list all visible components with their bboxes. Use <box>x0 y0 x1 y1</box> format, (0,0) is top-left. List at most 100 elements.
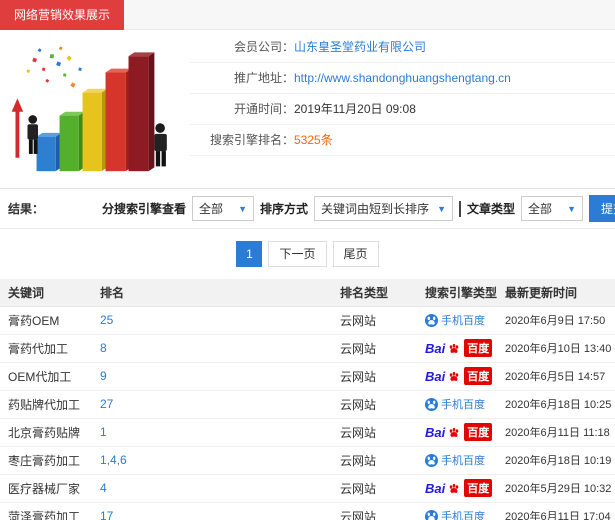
rank-type-cell: 云网站 <box>332 446 417 475</box>
engine-cell: 手机百度 <box>417 306 497 335</box>
page-title-tab: 网络营销效果展示 <box>0 0 125 30</box>
mobile-baidu-icon <box>425 397 438 411</box>
baidu-paw-icon <box>448 483 460 494</box>
last-page-button[interactable]: 尾页 <box>332 241 379 267</box>
info-row-opened: 开通时间： 2019年11月20日 09:08 <box>190 94 615 125</box>
mobile-baidu-label: 手机百度 <box>441 399 485 411</box>
table-header-row: 关键词 排名 排名类型 搜索引擎类型 最新更新时间 <box>0 279 615 307</box>
keyword-cell: OEM代加工 <box>0 362 92 391</box>
keyword-cell: 膏药OEM <box>0 306 92 335</box>
rank-link[interactable]: 9 <box>100 369 107 383</box>
sort-select-value: 关键词由短到长排序 <box>321 202 430 216</box>
time-cell: 2020年6月11日 17:04 <box>497 502 615 520</box>
sort-label: 排序方式 <box>260 202 309 216</box>
mobile-baidu-icon <box>425 453 438 467</box>
rank-link[interactable]: 1 <box>100 425 107 439</box>
businessman-right <box>154 123 167 167</box>
topbar: 网络营销效果展示 <box>0 0 615 30</box>
rank-link[interactable]: 25 <box>100 313 113 327</box>
time-cell: 2020年6月18日 10:19 <box>497 446 615 475</box>
mobile-baidu-label: 手机百度 <box>441 315 485 327</box>
open-time-label: 开通时间： <box>233 102 294 116</box>
mobile-baidu-label: 手机百度 <box>441 455 485 467</box>
table-row: 膏药OEM 25 云网站 手机百度 2020年6月9日 17:50 <box>0 306 615 335</box>
baidu-logo: Bai 百度 <box>425 339 493 357</box>
keyword-cell: 药贴牌代加工 <box>0 390 92 419</box>
rank-type-cell: 云网站 <box>332 390 417 419</box>
page-1-button[interactable]: 1 <box>236 241 263 267</box>
rank-type-cell: 云网站 <box>332 474 417 503</box>
table-row: 枣庄膏药加工 1,4,6 云网站 手机百度 2020年6月18日 10:19 <box>0 446 615 475</box>
table-row: 医疗器械厂家 4 云网站 Bai 百度 2020年5月29日 10:32 <box>0 474 615 503</box>
keyword-cell: 菏泽膏药加工 <box>0 502 92 520</box>
table-row: 膏药代加工 8 云网站 Bai 百度 2020年6月10日 13:40 <box>0 334 615 363</box>
results-table: 关键词 排名 排名类型 搜索引擎类型 最新更新时间 膏药OEM 25 云网站 手… <box>0 279 615 520</box>
chevron-down-icon: ▼ <box>238 203 248 214</box>
keyword-cell: 医疗器械厂家 <box>0 474 92 503</box>
table-row: 菏泽膏药加工 17 云网站 手机百度 2020年6月11日 17:04 <box>0 502 615 520</box>
baidu-logo: Bai 百度 <box>425 423 493 441</box>
rank-type-cell: 云网站 <box>332 502 417 520</box>
header-engine-type: 搜索引擎类型 <box>417 279 497 307</box>
time-cell: 2020年6月18日 10:25 <box>497 390 615 419</box>
open-time-value: 2019年11月20日 09:08 <box>294 102 416 116</box>
info-section: 会员公司： 山东皇圣堂药业有限公司 推广地址： http://www.shand… <box>0 30 615 188</box>
keyword-cell: 北京膏药贴牌 <box>0 418 92 447</box>
growth-chart-illustration <box>0 30 190 185</box>
engine-cell: 手机百度 <box>417 390 497 419</box>
page-title: 网络营销效果展示 <box>14 8 111 22</box>
rank-link[interactable]: 17 <box>100 509 113 520</box>
filter-bar: 结果： 分搜索引擎查看 全部 ▼ 排序方式 关键词由短到长排序 ▼ 文章类型 全… <box>0 188 615 229</box>
header-update-time: 最新更新时间 <box>497 279 615 307</box>
engine-select-value: 全部 <box>199 202 224 216</box>
time-cell: 2020年6月5日 14:57 <box>497 362 615 391</box>
time-cell: 2020年6月10日 13:40 <box>497 334 615 363</box>
baidu-paw-icon <box>448 371 460 382</box>
info-row-company: 会员公司： 山东皇圣堂药业有限公司 <box>190 32 615 63</box>
keyword-cell: 膏药代加工 <box>0 334 92 363</box>
filter-controls: 分搜索引擎查看 全部 ▼ 排序方式 关键词由短到长排序 ▼ 文章类型 全部 ▼ … <box>102 195 615 222</box>
vertical-divider <box>458 200 461 217</box>
rank-link[interactable]: 4 <box>100 481 107 495</box>
article-type-select[interactable]: 全部 ▼ <box>521 196 583 221</box>
time-cell: 2020年6月11日 11:18 <box>497 418 615 447</box>
sort-select[interactable]: 关键词由短到长排序 ▼ <box>314 196 453 221</box>
time-cell: 2020年5月29日 10:32 <box>497 474 615 503</box>
time-cell: 2020年6月9日 17:50 <box>497 306 615 335</box>
info-row-url: 推广地址： http://www.shandonghuangshengtang.… <box>190 63 615 94</box>
bar-chart-graphic <box>11 46 167 172</box>
engine-rank-label: 搜索引擎排名： <box>209 133 294 147</box>
mobile-baidu-icon <box>425 509 438 520</box>
rank-type-cell: 云网站 <box>332 306 417 335</box>
rank-link[interactable]: 1,4,6 <box>100 453 127 467</box>
engine-rank-count: 5325 <box>294 133 321 147</box>
mobile-baidu-label: 手机百度 <box>441 511 485 520</box>
result-label: 结果： <box>8 202 45 216</box>
baidu-logo: Bai 百度 <box>425 367 493 385</box>
baidu-logo: Bai 百度 <box>425 479 493 497</box>
submit-button[interactable]: 提交 <box>589 195 615 222</box>
rank-link[interactable]: 8 <box>100 341 107 355</box>
info-rows: 会员公司： 山东皇圣堂药业有限公司 推广地址： http://www.shand… <box>190 30 615 188</box>
company-link[interactable]: 山东皇圣堂药业有限公司 <box>294 32 426 62</box>
chevron-down-icon: ▼ <box>437 203 446 214</box>
article-type-select-value: 全部 <box>528 202 553 216</box>
engine-rank-unit: 条 <box>320 133 333 147</box>
table-row: 北京膏药贴牌 1 云网站 Bai 百度 2020年6月11日 11:18 <box>0 418 615 447</box>
info-row-rank: 搜索引擎排名： 5325 条 <box>190 125 615 156</box>
next-page-button[interactable]: 下一页 <box>268 241 327 267</box>
engine-cell: 手机百度 <box>417 446 497 475</box>
engine-cell: 手机百度 <box>417 502 497 520</box>
rank-link[interactable]: 27 <box>100 397 113 411</box>
engine-filter-label: 分搜索引擎查看 <box>102 202 187 216</box>
engine-select[interactable]: 全部 ▼ <box>192 196 255 221</box>
baidu-paw-icon <box>448 427 460 438</box>
mobile-baidu-icon <box>425 313 438 327</box>
engine-cell: Bai 百度 <box>417 334 497 363</box>
rank-type-cell: 云网站 <box>332 334 417 363</box>
promo-url-link[interactable]: http://www.shandonghuangshengtang.cn <box>294 63 511 93</box>
rank-type-cell: 云网站 <box>332 418 417 447</box>
pagination: 1 下一页 尾页 <box>0 229 615 279</box>
businessman-left <box>27 115 39 154</box>
engine-cell: Bai 百度 <box>417 474 497 503</box>
